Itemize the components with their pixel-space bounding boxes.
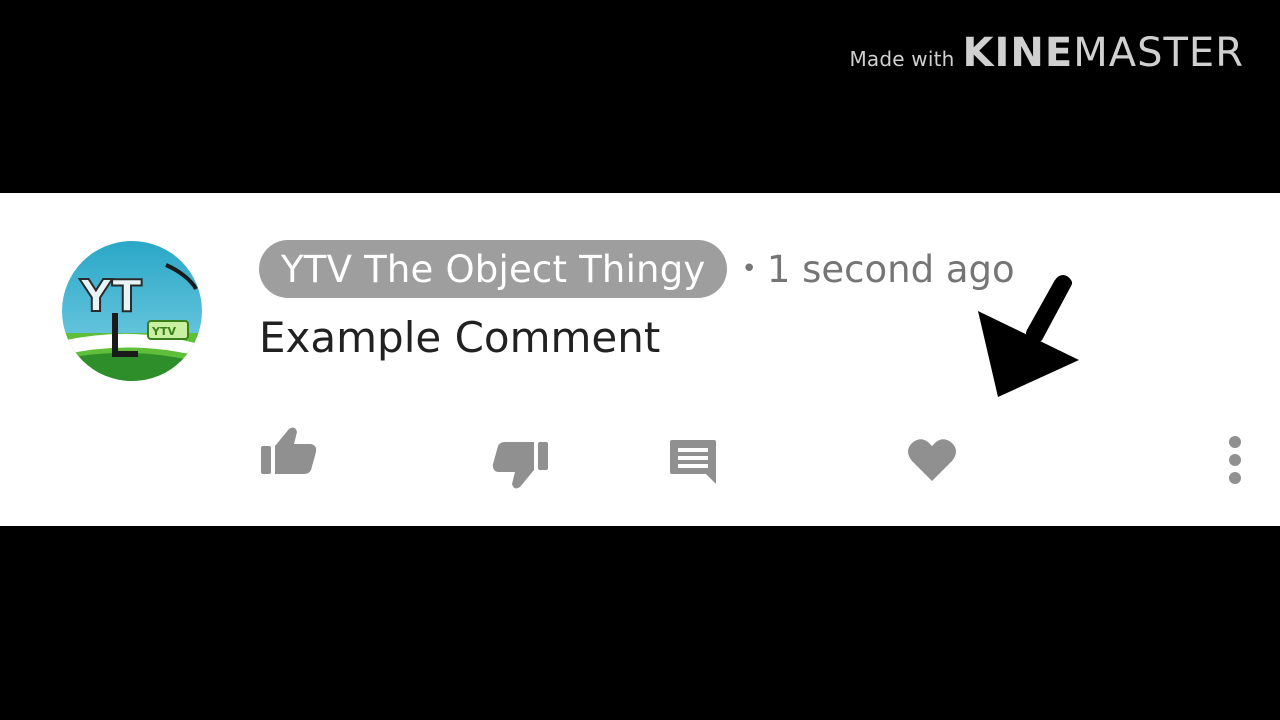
svg-text:YTV: YTV [151, 325, 176, 338]
kinemaster-watermark: Made with KINEMASTER [849, 30, 1244, 76]
more-vertical-icon[interactable] [1226, 435, 1244, 487]
comment-header: YTV The Object Thingy • 1 second ago [259, 240, 1015, 298]
comment-card: YT YTV YTV The Object Thingy • 1 second … [0, 193, 1280, 526]
watermark-made-with: Made with [849, 47, 955, 71]
video-frame: Made with KINEMASTER YT YTV YTV The Obje… [0, 0, 1280, 720]
watermark-brand-regular: MASTER [1073, 30, 1244, 76]
svg-text:YT: YT [79, 271, 142, 322]
thumbs-down-icon[interactable] [492, 440, 552, 492]
pointer-arrow-icon [978, 275, 1079, 397]
watermark-brand-bold: KINE [962, 30, 1074, 76]
thumbs-up-icon[interactable] [259, 426, 319, 476]
heart-icon[interactable] [906, 437, 958, 483]
watermark-brand: KINEMASTER [963, 30, 1244, 76]
avatar-image: YT YTV [62, 241, 202, 381]
author-name-chip[interactable]: YTV The Object Thingy [259, 240, 728, 298]
comment-body: Example Comment [259, 313, 661, 362]
avatar[interactable]: YT YTV [62, 241, 202, 381]
meta-separator: • [741, 254, 757, 284]
reply-comment-icon[interactable] [668, 438, 720, 486]
